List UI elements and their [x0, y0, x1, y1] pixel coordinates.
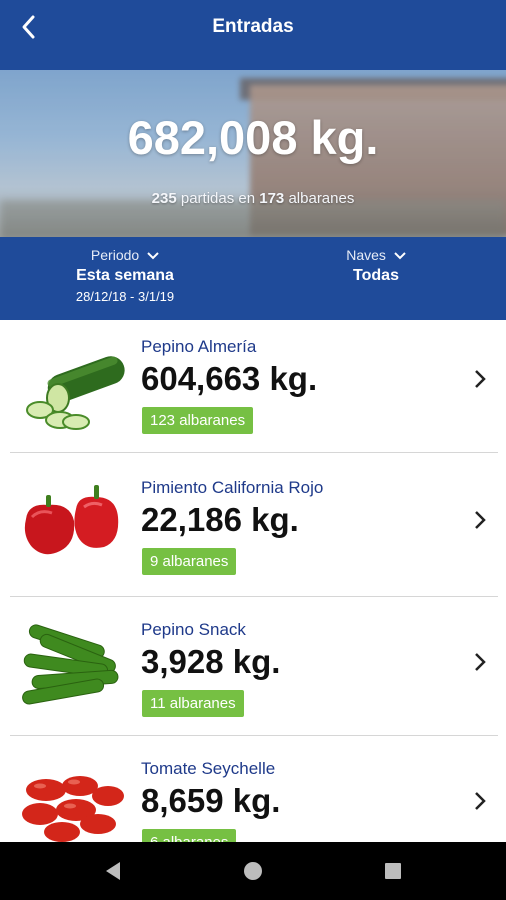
- nav-home-icon[interactable]: [223, 842, 283, 900]
- nav-back-icon[interactable]: [84, 842, 144, 900]
- chevron-down-icon: [394, 252, 406, 260]
- naves-value: Todas: [353, 267, 399, 284]
- naves-label: Naves: [346, 247, 386, 263]
- albaranes-label: albaranes: [288, 190, 355, 207]
- page-title: Entradas: [212, 16, 294, 37]
- list-item[interactable]: Pimiento California Rojo 22,186 kg. 9 al…: [0, 461, 506, 602]
- naves-filter[interactable]: Naves Todas: [290, 247, 462, 285]
- chevron-right-icon: [475, 653, 486, 671]
- list-item[interactable]: Pepino Almería 604,663 kg. 123 albaranes: [0, 320, 506, 461]
- partidas-label: partidas en: [180, 190, 256, 207]
- list-item[interactable]: Tomate Seychelle 8,659 kg. 6 albaranes: [0, 742, 506, 842]
- red-pepper-image: [24, 485, 119, 555]
- chevron-right-icon: [475, 511, 486, 529]
- periodo-filter[interactable]: Periodo Esta semana 28/12/18 - 3/1/19: [40, 247, 210, 304]
- product-list: Pepino Almería 604,663 kg. 123 albaranes…: [0, 320, 506, 842]
- summary-text: 235 partidas en 173 albaranes: [0, 190, 506, 207]
- nav-recents-icon[interactable]: [363, 842, 423, 900]
- product-name: Pepino Almería: [141, 337, 257, 356]
- total-weight: 682,008 kg.: [127, 111, 379, 164]
- product-name: Pimiento California Rojo: [141, 478, 324, 497]
- filter-bar: Periodo Esta semana 28/12/18 - 3/1/19 Na…: [0, 237, 506, 320]
- list-item[interactable]: Pepino Snack 3,928 kg. 11 albaranes: [0, 603, 506, 744]
- chevron-right-icon: [475, 370, 486, 388]
- chevron-right-icon: [475, 792, 486, 810]
- product-weight: 22,186 kg.: [141, 501, 299, 538]
- product-weight: 3,928 kg.: [141, 643, 281, 680]
- albaranes-badge: 123 albaranes: [142, 407, 254, 434]
- divider: [10, 452, 498, 453]
- product-name: Pepino Snack: [141, 620, 246, 639]
- chevron-down-icon: [147, 252, 159, 260]
- hero-banner: 682,008 kg. 235 partidas en 173 albarane…: [0, 70, 506, 237]
- divider: [10, 735, 498, 736]
- periodo-value: Esta semana: [76, 267, 174, 284]
- albaranes-badge: 6 albaranes: [142, 829, 237, 842]
- albaranes-badge: 9 albaranes: [142, 548, 237, 575]
- partidas-count: 235: [151, 190, 177, 207]
- albaranes-badge: 11 albaranes: [142, 690, 244, 717]
- system-nav-bar: [0, 842, 506, 900]
- albaranes-count: 173: [259, 190, 285, 207]
- product-weight: 8,659 kg.: [141, 782, 281, 819]
- app-bar: Entradas: [0, 0, 506, 70]
- periodo-range: 28/12/18 - 3/1/19: [75, 289, 175, 304]
- cucumber-image: [26, 356, 125, 430]
- periodo-label: Periodo: [90, 247, 140, 263]
- snack-cucumber-image: [22, 624, 119, 705]
- product-weight: 604,663 kg.: [141, 360, 318, 397]
- divider: [10, 596, 498, 597]
- tomato-image: [22, 776, 124, 842]
- product-name: Tomate Seychelle: [141, 759, 276, 778]
